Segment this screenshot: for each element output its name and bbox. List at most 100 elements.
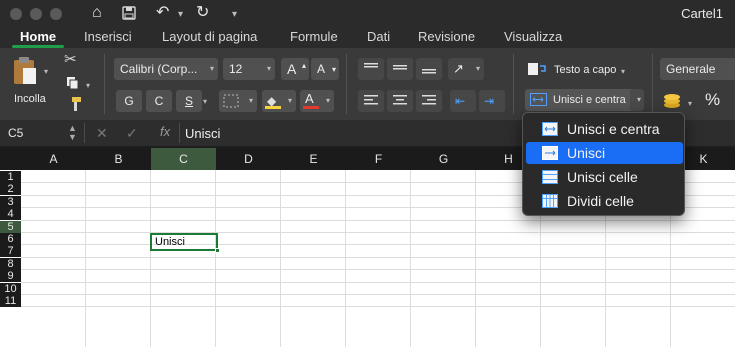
decrease-indent-icon: ⇤ — [455, 94, 466, 108]
number-format-select[interactable]: Generale — [660, 58, 735, 80]
cut-icon[interactable]: ✂ — [64, 52, 77, 68]
wrap-dropdown-chevron-icon[interactable]: ▾ — [621, 64, 625, 80]
row-header-4[interactable]: 4 — [0, 208, 21, 220]
font-name-select[interactable]: Calibri (Corp... ▾ — [114, 58, 218, 80]
merge-dropdown-button[interactable]: ▾ — [630, 89, 644, 111]
align-bottom-button[interactable] — [416, 58, 442, 80]
row-header-8[interactable]: 8 — [0, 258, 21, 270]
menu-item-unisci[interactable]: Unisci — [526, 142, 683, 164]
row-header-5[interactable]: 5 — [0, 221, 21, 233]
confirm-icon[interactable]: ✓ — [126, 125, 138, 141]
tab-visualizza[interactable]: Visualizza — [504, 29, 562, 44]
fill-color-button[interactable]: ◆ ▾ — [262, 90, 296, 112]
ribbon-home: Incolla ▾ ✂ ▾ Calibri (Corp... ▾ 12 ▾ A ▴… — [0, 48, 735, 120]
row-header-3[interactable]: 3 — [0, 196, 21, 208]
home-icon[interactable]: ⌂ — [92, 4, 102, 22]
name-box[interactable]: C5 — [8, 126, 23, 140]
select-all-button[interactable] — [0, 148, 21, 170]
row-gridline — [21, 306, 735, 307]
column-header-d[interactable]: D — [216, 148, 281, 170]
column-gridline — [280, 170, 281, 347]
chevron-down-icon: ▾ — [475, 64, 480, 73]
cancel-icon[interactable]: ✕ — [96, 125, 108, 141]
align-left-icon — [364, 95, 378, 105]
row-header-11[interactable]: 11 — [0, 295, 21, 307]
undo-icon[interactable]: ↶ — [156, 4, 169, 22]
column-header-a[interactable]: A — [21, 148, 86, 170]
fill-color-swatch — [265, 106, 281, 109]
shrink-arrow-icon: ▾ — [331, 65, 336, 74]
name-box-stepper-icon[interactable]: ▲ ▼ — [68, 124, 77, 142]
row-header-10[interactable]: 10 — [0, 283, 21, 295]
underline-dropdown-chevron-icon[interactable]: ▾ — [203, 94, 207, 110]
column-header-e[interactable]: E — [281, 148, 346, 170]
row-header-7[interactable]: 7 — [0, 245, 21, 257]
row-header-6[interactable]: 6 — [0, 233, 21, 245]
selected-cell[interactable]: Unisci — [150, 233, 220, 253]
chevron-down-icon: ▾ — [209, 64, 214, 73]
font-color-button[interactable]: A ▾ — [300, 90, 334, 112]
row-header-9[interactable]: 9 — [0, 270, 21, 282]
increase-indent-icon: ⇥ — [484, 94, 495, 108]
percent-button[interactable]: % — [705, 90, 720, 110]
paste-dropdown-chevron-icon[interactable]: ▾ — [44, 64, 48, 80]
increase-indent-button[interactable]: ⇥ — [479, 90, 505, 112]
orientation-icon: ↗ — [453, 61, 464, 76]
align-left-button[interactable] — [358, 90, 384, 112]
grow-arrow-icon: ▴ — [301, 61, 306, 70]
format-painter-icon[interactable] — [66, 96, 82, 112]
column-header-c[interactable]: C — [151, 148, 216, 170]
shrink-font-button[interactable]: A ▾ — [311, 58, 339, 80]
currency-format-icon[interactable] — [662, 92, 686, 110]
tab-inserisci[interactable]: Inserisci — [84, 29, 132, 44]
bold-button[interactable]: G — [116, 90, 142, 112]
zoom-window-button[interactable] — [50, 8, 62, 20]
shrink-font-label: A — [317, 62, 326, 76]
tab-layout-di-pagina[interactable]: Layout di pagina — [162, 29, 257, 44]
tab-dati[interactable]: Dati — [367, 29, 390, 44]
function-icon[interactable]: fx — [160, 124, 170, 139]
borders-button[interactable]: ▾ — [219, 90, 257, 112]
save-icon[interactable] — [122, 6, 136, 20]
merge-center-button[interactable]: Unisci e centra — [525, 89, 643, 111]
align-top-button[interactable] — [358, 58, 384, 80]
row-header-1[interactable]: 1 — [0, 171, 21, 183]
minimize-window-button[interactable] — [30, 8, 42, 20]
font-size-value: 12 — [229, 62, 243, 76]
wrap-text-button[interactable]: Testo a capo — [554, 64, 616, 76]
title-bar: ⌂ ↶ ▾ ↻ ▾ Cartel1 — [0, 0, 735, 26]
align-middle-button[interactable] — [387, 58, 413, 80]
formula-input[interactable]: Unisci — [185, 126, 220, 141]
column-header-f[interactable]: F — [346, 148, 411, 170]
font-size-select[interactable]: 12 ▾ — [223, 58, 275, 80]
fill-handle[interactable] — [215, 248, 220, 253]
menu-item-unisci-e-centra[interactable]: Unisci e centra — [526, 118, 683, 140]
italic-button[interactable]: C — [146, 90, 172, 112]
align-center-button[interactable] — [387, 90, 413, 112]
undo-dropdown-chevron-icon[interactable]: ▾ — [178, 9, 183, 20]
align-right-icon — [422, 95, 436, 105]
redo-icon[interactable]: ↻ — [196, 4, 209, 22]
customize-toolbar-icon[interactable]: ▾ — [232, 9, 237, 20]
copy-icon[interactable] — [66, 76, 79, 90]
menu-item-unisci-celle[interactable]: Unisci celle — [526, 166, 683, 188]
ribbon-tabs: Home Inserisci Layout di pagina Formule … — [0, 26, 735, 48]
column-header-g[interactable]: G — [411, 148, 476, 170]
menu-item-dividi-celle[interactable]: Dividi celle — [526, 190, 683, 212]
wrap-text-icon — [528, 63, 546, 75]
align-right-button[interactable] — [416, 90, 442, 112]
copy-dropdown-chevron-icon[interactable]: ▾ — [86, 78, 90, 94]
tab-formule[interactable]: Formule — [290, 29, 338, 44]
tab-revisione[interactable]: Revisione — [418, 29, 475, 44]
currency-dropdown-chevron-icon[interactable]: ▾ — [688, 96, 692, 112]
orientation-button[interactable]: ↗ ▾ — [448, 58, 484, 80]
paste-label[interactable]: Incolla — [14, 93, 46, 105]
grow-font-button[interactable]: A ▴ — [281, 58, 309, 80]
row-header-2[interactable]: 2 — [0, 183, 21, 195]
underline-button[interactable]: S — [176, 90, 202, 112]
close-window-button[interactable] — [10, 8, 22, 20]
decrease-indent-button[interactable]: ⇤ — [450, 90, 476, 112]
paste-icon[interactable] — [12, 56, 38, 86]
tab-home[interactable]: Home — [20, 29, 56, 44]
column-header-b[interactable]: B — [86, 148, 151, 170]
